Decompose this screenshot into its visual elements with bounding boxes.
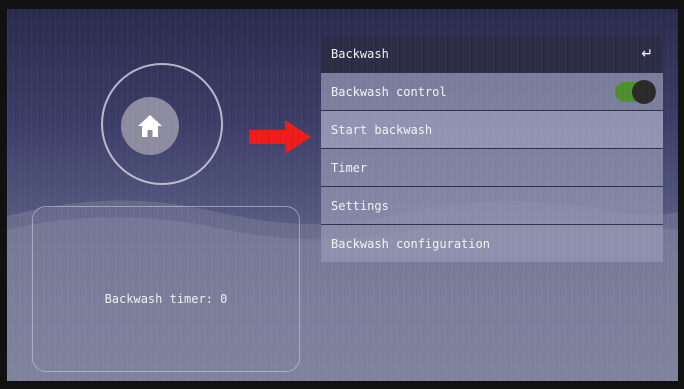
device-frame: Backwash timer: 0 Backwash ↵ Backwash co… — [0, 0, 684, 389]
menu-item-backwash-control[interactable]: Backwash control — [321, 72, 663, 110]
menu-item-start-backwash[interactable]: Start backwash — [321, 110, 663, 148]
backwash-timer-label: Backwash timer: 0 — [104, 292, 228, 306]
menu-item-label: Start backwash — [331, 122, 433, 137]
home-icon — [138, 115, 162, 137]
menu-item-label: Backwash control — [331, 84, 447, 99]
toggle-knob — [632, 79, 656, 104]
menu-item-settings[interactable]: Settings — [321, 186, 663, 224]
home-button[interactable] — [121, 97, 179, 155]
menu-item-label: Settings — [331, 198, 389, 213]
touch-screen: Backwash timer: 0 Backwash ↵ Backwash co… — [7, 9, 678, 381]
backwash-control-toggle[interactable] — [615, 79, 656, 104]
menu-item-timer[interactable]: Timer — [321, 148, 663, 186]
timer-panel: Backwash timer: 0 — [32, 206, 300, 372]
menu-item-backwash-configuration[interactable]: Backwash configuration — [321, 224, 663, 262]
menu-title: Backwash — [331, 47, 389, 61]
menu-item-label: Backwash configuration — [331, 236, 490, 251]
return-arrow-icon[interactable]: ↵ — [641, 46, 653, 62]
menu-item-label: Timer — [331, 160, 368, 175]
backwash-menu: Backwash ↵ Backwash control Start backwa… — [321, 36, 663, 262]
menu-header: Backwash ↵ — [321, 36, 663, 72]
red-arrow-icon — [249, 120, 311, 154]
